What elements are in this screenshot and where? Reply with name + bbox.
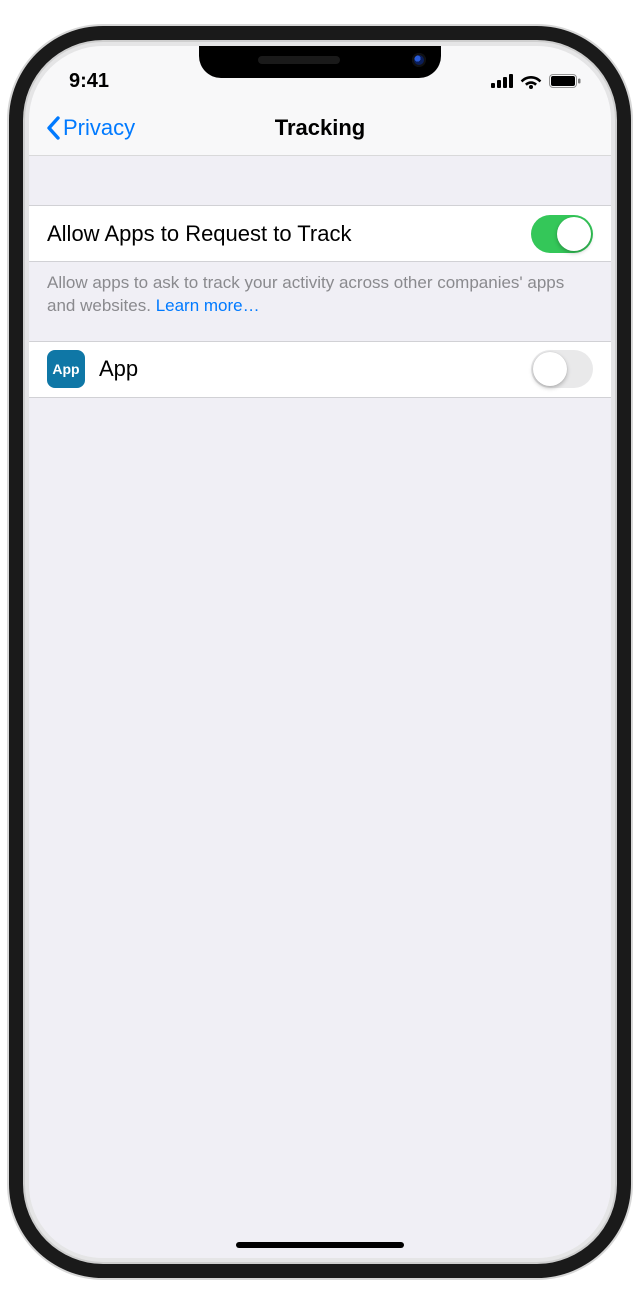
toggle-allow-request[interactable] (531, 215, 593, 253)
toggle-app-tracking[interactable] (531, 350, 593, 388)
row-label: Allow Apps to Request to Track (47, 221, 531, 247)
toggle-knob (557, 217, 591, 251)
toggle-knob (533, 352, 567, 386)
front-camera (412, 53, 426, 67)
home-indicator[interactable] (236, 1242, 404, 1248)
notch (199, 42, 441, 78)
section-footer: Allow apps to ask to track your activity… (29, 262, 611, 318)
wifi-icon (520, 73, 542, 89)
learn-more-link[interactable]: Learn more… (156, 296, 260, 315)
app-icon: App (47, 350, 85, 388)
cellular-icon (491, 74, 513, 88)
content-area: Allow Apps to Request to Track Allow app… (29, 156, 611, 1258)
speaker-grill (258, 56, 340, 64)
row-label: App (99, 356, 531, 382)
status-time: 9:41 (69, 70, 109, 93)
nav-bar: Privacy Tracking (29, 100, 611, 156)
status-icons (491, 73, 581, 89)
footer-text: Allow apps to ask to track your activity… (47, 273, 564, 315)
row-app-tracking: App App (29, 341, 611, 398)
iphone-device-frame: 9:41 Privacy (25, 42, 615, 1262)
battery-icon (549, 74, 581, 88)
row-allow-apps-to-request: Allow Apps to Request to Track (29, 205, 611, 262)
page-title: Tracking (29, 115, 611, 141)
